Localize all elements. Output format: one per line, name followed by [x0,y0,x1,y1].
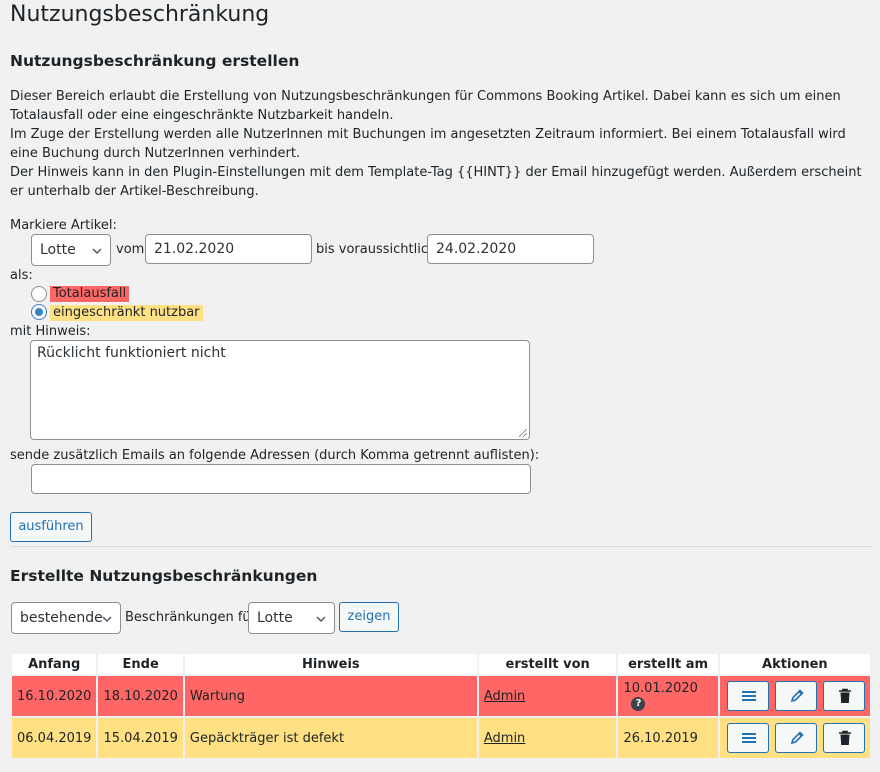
emails-label: sende zusätzlich Emails an folgende Adre… [10,448,540,463]
column-header-actions: Aktionen [719,654,870,674]
trash-icon [839,730,851,745]
description-paragraph-3: Der Hinweis kann in den Plugin-Einstellu… [10,165,862,199]
item-filter-select[interactable]: Lotte [248,602,335,634]
details-button[interactable] [726,723,769,753]
cell-end: 18.10.2020 [98,676,183,716]
help-icon[interactable]: ? [631,696,646,711]
emails-input[interactable] [31,464,531,494]
created-at-value: 26.10.2019 [623,730,698,746]
created-at-value: 10.01.2020 [623,681,698,696]
until-label: bis voraussichtlich [316,242,437,257]
create-heading: Nutzungsbeschränkung erstellen [10,52,300,70]
radio-total-outage[interactable] [31,286,47,302]
page-title: Nutzungsbeschränkung [10,2,270,27]
delete-button[interactable] [823,681,865,711]
cell-created-at: 10.01.2020? [618,676,718,716]
pencil-icon [790,689,804,703]
created-by-link[interactable]: Admin [484,689,525,704]
cell-created-by: Admin [478,676,617,716]
edit-button[interactable] [774,681,817,711]
item-filter-value: Lotte [257,610,293,626]
column-header-end: Ende [98,654,183,674]
item-select-value: Lotte [40,242,76,258]
as-label: als: [10,268,33,283]
status-filter-value: bestehende [20,610,103,626]
table-row: 06.04.2019 15.04.2019 Gepäckträger ist d… [12,718,870,758]
description-paragraph-1: Dieser Bereich erlaubt die Erstellung vo… [10,89,841,123]
until-date-input[interactable]: 24.02.2020 [427,234,594,264]
cell-hint: Gepäckträger ist defekt [184,718,477,758]
show-button[interactable]: zeigen [339,602,399,632]
chevron-down-icon [92,248,102,255]
cell-created-at: 26.10.2019 [618,718,718,758]
mark-item-label: Markiere Artikel: [10,218,117,233]
cell-created-by: Admin [478,718,617,758]
item-select[interactable]: Lotte [31,234,111,266]
radio-limited-use[interactable] [31,304,47,320]
chevron-down-icon [102,616,112,623]
cell-actions [719,718,870,758]
cell-start: 06.04.2019 [12,718,97,758]
chevron-down-icon [316,616,326,623]
table-row: 16.10.2020 18.10.2020 Wartung Admin 10.0… [12,676,870,716]
option-limited-use-label: eingeschränkt nutzbar [50,305,203,321]
cell-end: 15.04.2019 [98,718,183,758]
cell-start: 16.10.2020 [12,676,97,716]
option-total-outage-label: Totalausfall [50,286,130,302]
edit-button[interactable] [774,723,817,753]
restrictions-for-label: Beschränkungen für [125,610,257,625]
list-icon [741,733,756,743]
cell-hint: Wartung [184,676,477,716]
submit-button[interactable]: ausführen [10,512,92,542]
column-header-hint: Hinweis [184,654,477,674]
details-button[interactable] [726,681,769,711]
restrictions-table: Anfang Ende Hinweis erstellt von erstell… [10,652,872,760]
resize-grip-icon[interactable] [519,429,527,437]
section-divider [10,546,872,547]
column-header-created-by: erstellt von [478,654,617,674]
hint-textarea-value: Rücklicht funktioniert nicht [37,345,226,361]
list-heading: Erstellte Nutzungsbeschränkungen [10,567,318,585]
trash-icon [839,688,851,703]
cell-actions [719,676,870,716]
created-by-link[interactable]: Admin [484,731,525,746]
status-filter-select[interactable]: bestehende [11,602,121,634]
list-icon [741,691,756,701]
create-description: Dieser Bereich erlaubt die Erstellung vo… [10,87,872,201]
column-header-created-at: erstellt am [618,654,718,674]
pencil-icon [790,731,804,745]
column-header-start: Anfang [12,654,97,674]
from-label: vom [116,242,145,257]
from-date-input[interactable]: 21.02.2020 [145,234,312,264]
hint-label: mit Hinweis: [10,324,91,339]
delete-button[interactable] [823,723,865,753]
hint-textarea[interactable]: Rücklicht funktioniert nicht [30,340,530,440]
description-paragraph-2: Im Zuge der Erstellung werden alle Nutze… [10,127,846,161]
table-header-row: Anfang Ende Hinweis erstellt von erstell… [12,654,870,674]
